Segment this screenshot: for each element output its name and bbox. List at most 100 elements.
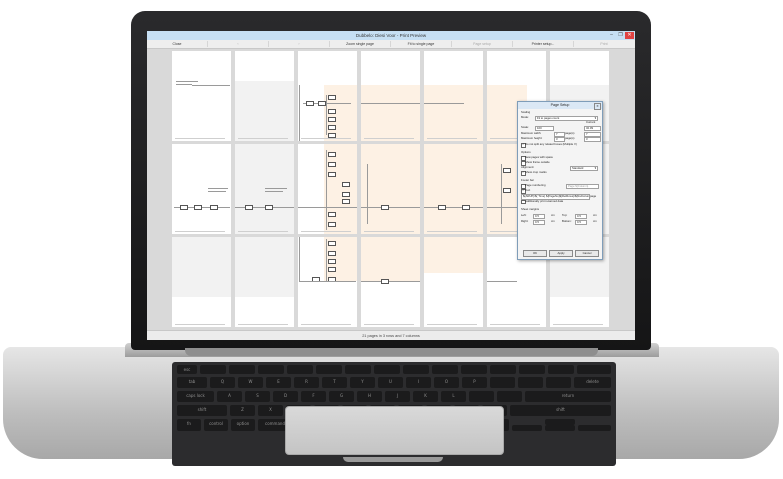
key	[578, 425, 611, 431]
margins-heading: Sheet margins	[521, 207, 540, 211]
key	[287, 365, 313, 374]
alignment-select-value: Standard	[572, 165, 584, 170]
key	[374, 365, 400, 374]
close-preview-button[interactable]: Close	[147, 41, 208, 47]
mode-label: Mode:	[521, 115, 529, 119]
key-r: R	[294, 377, 319, 388]
mode-select-value: Fit to pages count	[537, 115, 560, 120]
preview-page[interactable]	[361, 237, 420, 327]
key	[512, 425, 542, 431]
laptop-hinge	[185, 348, 598, 356]
key	[469, 391, 494, 402]
key	[546, 377, 571, 388]
minimize-button[interactable]: –	[607, 32, 616, 39]
key	[490, 365, 516, 374]
key-t: T	[322, 377, 347, 388]
window-titlebar: Dubbelo: Diesi Voor - Print Preview – ❐ …	[147, 31, 635, 40]
left-margin-label: Left:	[521, 213, 527, 217]
chevron-down-icon: ▾	[594, 165, 596, 170]
key	[316, 365, 342, 374]
ok-button[interactable]: OK	[523, 250, 547, 257]
key-shift-right: shift	[510, 405, 611, 416]
key	[200, 365, 226, 374]
right-margin-field[interactable]: 0.5	[533, 219, 545, 226]
toolbar: Close ‹ › Zoom single page Fit to single…	[147, 40, 635, 49]
printer-setup-button[interactable]: Printer setup...	[513, 41, 574, 47]
key-fn: fn	[177, 419, 201, 431]
scale-label: Scale:	[521, 125, 529, 129]
fit-single-page-button[interactable]: Fit to single page	[391, 41, 452, 47]
key-e: E	[266, 377, 291, 388]
key	[461, 365, 487, 374]
key-u: U	[378, 377, 403, 388]
preview-page[interactable]	[235, 237, 294, 327]
key	[345, 365, 371, 374]
preview-page[interactable]	[172, 144, 231, 234]
page-numbering-field[interactable]: Page ${Column}	[566, 183, 599, 190]
previous-page-button[interactable]: ‹	[208, 41, 269, 47]
preview-page[interactable]	[424, 237, 483, 327]
key-tab: tab	[177, 377, 207, 388]
key-j: J	[385, 391, 410, 402]
preview-page[interactable]	[361, 51, 420, 141]
zoom-single-page-button[interactable]: Zoom single page	[330, 41, 391, 47]
next-page-button[interactable]: ›	[269, 41, 330, 47]
key-control: control	[204, 419, 228, 431]
key-i: I	[406, 377, 431, 388]
status-text: 21 pages in 3 rows and 7 columns	[362, 334, 420, 338]
cancel-button[interactable]: Cancel	[575, 250, 599, 257]
additionally-label: Additionally print scanned data	[525, 198, 564, 203]
key-h: H	[357, 391, 382, 402]
print-button[interactable]: Print	[574, 41, 634, 47]
key-delete: delete	[574, 377, 611, 388]
key-q: Q	[210, 377, 235, 388]
key-esc: esc	[177, 365, 197, 374]
bottom-margin-field[interactable]: 0.5	[575, 219, 587, 226]
right-margin-unit: cm	[551, 219, 555, 223]
key	[518, 377, 543, 388]
maximize-button[interactable]: ❐	[616, 32, 625, 39]
top-margin-field[interactable]: 0.5	[575, 213, 587, 220]
preview-page[interactable]	[298, 144, 357, 234]
preview-page[interactable]	[424, 144, 483, 234]
key	[490, 377, 515, 388]
preview-page[interactable]	[298, 51, 357, 141]
laptop-foot	[343, 457, 443, 462]
key-l: L	[441, 391, 466, 402]
preview-page[interactable]	[361, 144, 420, 234]
preview-page[interactable]	[172, 237, 231, 327]
preview-page[interactable]	[424, 51, 483, 141]
dialog-title: Page Setup	[518, 102, 602, 109]
key	[577, 365, 611, 374]
scale-current-field: 32.09	[584, 125, 601, 132]
key-g: G	[329, 391, 354, 402]
apply-button[interactable]: Apply	[549, 250, 573, 257]
key-f: F	[301, 391, 326, 402]
preview-page[interactable]	[235, 51, 294, 141]
key-y: Y	[350, 377, 375, 388]
preview-page[interactable]	[172, 51, 231, 141]
bottom-margin-unit: cm	[593, 219, 597, 223]
key-option: option	[231, 419, 255, 431]
close-button[interactable]: ✕	[625, 32, 634, 39]
key	[545, 425, 575, 431]
dialog-close-button[interactable]: ✕	[594, 103, 601, 110]
left-margin-field[interactable]: 0.5	[533, 213, 545, 220]
page-setup-button[interactable]: Page setup	[452, 41, 513, 47]
text-extra: page	[590, 193, 597, 198]
alignment-select[interactable]: Standard ▾	[570, 165, 598, 172]
current-label: Current	[586, 120, 596, 124]
key-k: K	[413, 391, 438, 402]
key-s: S	[245, 391, 270, 402]
top-margin-unit: cm	[593, 213, 597, 217]
max-height-label: Maximum height:	[521, 136, 543, 140]
key	[432, 365, 458, 374]
key-p: P	[462, 377, 487, 388]
max-height-current: 3	[584, 136, 601, 143]
key-x: X	[258, 405, 283, 416]
key	[403, 365, 429, 374]
preview-page[interactable]	[298, 237, 357, 327]
preview-page[interactable]	[235, 144, 294, 234]
key	[519, 365, 545, 374]
trackpad	[285, 406, 504, 455]
